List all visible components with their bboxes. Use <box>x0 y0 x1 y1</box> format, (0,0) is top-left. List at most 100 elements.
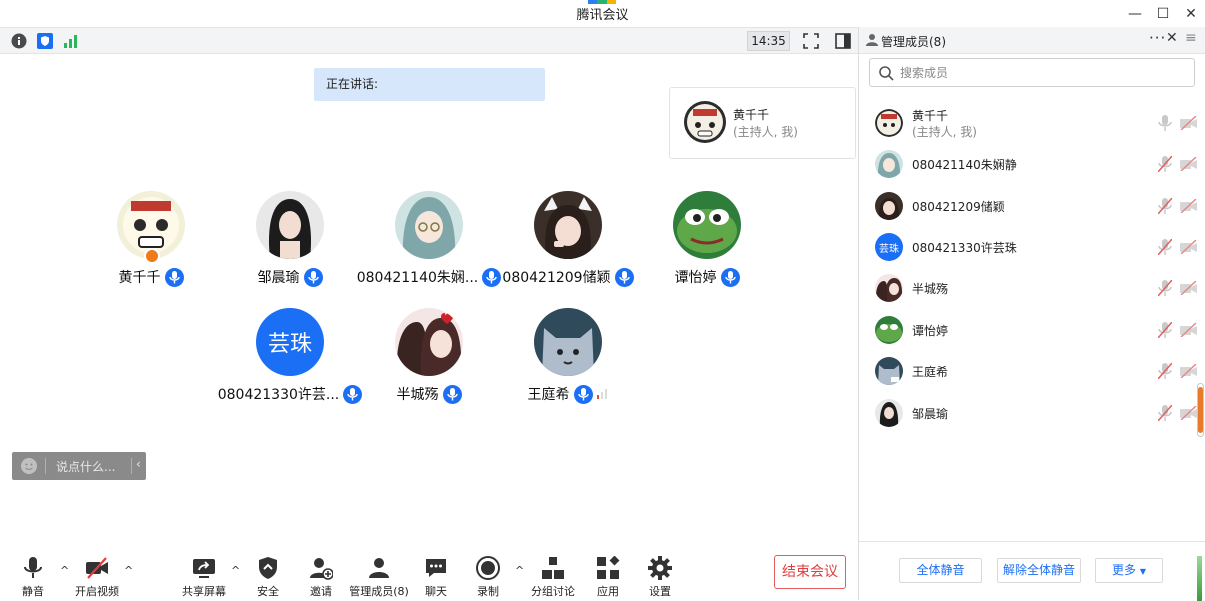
member-row[interactable]: 王庭希 <box>859 350 1199 391</box>
mic-off-icon[interactable] <box>1158 198 1172 214</box>
minimize-button[interactable]: — <box>1121 0 1149 27</box>
participant-name: 080421209储颖 <box>502 270 611 286</box>
search-input[interactable] <box>900 64 1180 82</box>
participant-tile[interactable]: 芸珠 080421330许芸... <box>215 308 365 418</box>
participant-name: 王庭希 <box>527 387 570 403</box>
video-off-icon[interactable] <box>1180 116 1197 130</box>
mute-button[interactable]: 静音 <box>3 556 63 598</box>
chat-placeholder[interactable]: 说点什么... <box>56 458 115 475</box>
maximize-button[interactable]: ☐ <box>1149 0 1177 27</box>
mic-on-icon <box>303 267 323 287</box>
member-search[interactable] <box>869 58 1195 87</box>
scrollbar-thumb[interactable] <box>1198 387 1203 433</box>
member-name: 080421209储颖 <box>912 200 1005 214</box>
microphone-icon[interactable] <box>1158 115 1172 131</box>
close-panel-icon[interactable]: ✕ <box>1166 30 1178 46</box>
share-screen-button[interactable]: 共享屏幕 <box>174 556 234 598</box>
participant-tile[interactable]: 黄千千 <box>76 191 226 301</box>
mic-off-icon[interactable] <box>1158 363 1172 379</box>
close-button[interactable]: ✕ <box>1177 0 1205 27</box>
layout-icon[interactable] <box>835 33 851 49</box>
mic-on-icon <box>614 267 634 287</box>
member-row[interactable]: 芸珠 080421330许芸珠 <box>859 226 1199 267</box>
mic-off-icon[interactable] <box>1158 239 1172 255</box>
host-badge-icon <box>144 248 160 264</box>
video-off-icon[interactable] <box>1180 199 1197 213</box>
invite-button[interactable]: 邀请 <box>291 556 351 598</box>
apps-icon <box>597 556 620 579</box>
panel-menu-icon[interactable]: ≡ <box>1185 30 1197 46</box>
participant-tile[interactable]: 080421140朱娴... <box>354 191 504 301</box>
video-off-icon[interactable] <box>1180 281 1197 295</box>
video-off-icon[interactable] <box>1180 406 1197 420</box>
participant-tile[interactable]: 080421209储颖 <box>493 191 643 301</box>
more-button[interactable]: 更多 ▼ <box>1095 558 1163 583</box>
record-icon <box>476 556 500 580</box>
mute-all-button[interactable]: 全体静音 <box>899 558 982 583</box>
member-name: 080421140朱娴静 <box>912 158 1017 172</box>
fullscreen-icon[interactable] <box>803 33 819 49</box>
chat-button[interactable]: 聊天 <box>406 556 466 598</box>
chat-input-bar[interactable]: 说点什么... ‹ <box>12 452 146 480</box>
video-options-caret[interactable]: ^ <box>124 565 134 576</box>
mic-off-icon[interactable] <box>1158 405 1172 421</box>
member-row[interactable]: 半城殇 <box>859 267 1199 308</box>
audio-level-indicator <box>1197 556 1202 601</box>
member-row[interactable]: 邹晨瑜 <box>859 392 1199 433</box>
manage-members-button[interactable]: 管理成员(8) <box>344 556 414 598</box>
breakout-button[interactable]: 分组讨论 <box>523 556 583 598</box>
member-row[interactable]: 080421140朱娴静 <box>859 143 1199 184</box>
members-panel-footer: 全体静音 解除全体静音 更多 ▼ <box>859 541 1205 601</box>
member-name: 黄千千 <box>912 109 949 123</box>
video-off-icon[interactable] <box>1180 323 1197 337</box>
video-off-icon[interactable] <box>1180 240 1197 254</box>
collapse-chat-icon[interactable]: ‹ <box>136 457 141 471</box>
more-options-icon[interactable]: ··· <box>1149 29 1166 47</box>
anime-avatar-icon <box>875 150 903 178</box>
member-row[interactable]: 黄千千 (主持人, 我) <box>859 102 1199 143</box>
girl-cat-avatar-icon <box>875 192 903 220</box>
speaking-indicator: 正在讲话: <box>314 68 545 101</box>
info-icon[interactable] <box>11 33 27 49</box>
apps-button[interactable]: 应用 <box>578 556 638 598</box>
security-button[interactable]: 安全 <box>238 556 298 598</box>
chevron-down-icon: ▼ <box>1139 567 1146 576</box>
frog-avatar-icon <box>875 316 903 344</box>
video-off-icon <box>86 557 108 579</box>
participant-name: 邹晨瑜 <box>257 270 300 286</box>
video-off-icon[interactable] <box>1180 157 1197 171</box>
member-row[interactable]: 080421209储颖 <box>859 185 1199 226</box>
self-name: 黄千千 <box>733 108 770 122</box>
mic-on-icon <box>573 384 593 404</box>
breakout-icon <box>542 557 564 579</box>
emoji-icon[interactable] <box>21 458 37 474</box>
frog-avatar-icon <box>673 191 741 259</box>
end-meeting-button[interactable]: 结束会议 <box>774 555 846 589</box>
shield-icon <box>259 557 277 579</box>
girl-avatar-icon <box>875 399 903 427</box>
self-video-card[interactable]: 黄千千 (主持人, 我) <box>669 87 856 159</box>
participant-tile[interactable]: 半城殇 <box>354 308 504 418</box>
signal-icon[interactable] <box>63 33 79 49</box>
gear-icon <box>648 556 672 580</box>
girl-avatar-icon <box>256 191 324 259</box>
participant-tile[interactable]: 谭怡婷 <box>632 191 782 301</box>
participant-name: 080421140朱娴... <box>356 270 479 286</box>
search-icon <box>879 66 894 81</box>
meeting-toolbar: 静音 ^ 开启视频 ^ 共享屏幕 ^ 安全 邀请 管理成员(8) 聊天 录制 ^… <box>0 548 858 600</box>
shield-icon[interactable] <box>37 33 53 49</box>
mic-off-icon[interactable] <box>1158 280 1172 296</box>
settings-button[interactable]: 设置 <box>630 556 690 598</box>
record-button[interactable]: 录制 <box>458 556 518 598</box>
participant-tile[interactable]: 王庭希 <box>493 308 643 418</box>
video-off-icon[interactable] <box>1180 364 1197 378</box>
mic-off-icon[interactable] <box>1158 156 1172 172</box>
member-row[interactable]: 谭怡婷 <box>859 309 1199 350</box>
participant-tile[interactable]: 邹晨瑜 <box>215 191 365 301</box>
text-avatar: 芸珠 <box>256 308 324 376</box>
start-video-button[interactable]: 开启视频 <box>67 556 127 598</box>
unmute-all-button[interactable]: 解除全体静音 <box>997 558 1081 583</box>
anime-couple-avatar-icon <box>875 274 903 302</box>
participant-name: 半城殇 <box>396 387 439 403</box>
mic-off-icon[interactable] <box>1158 322 1172 338</box>
